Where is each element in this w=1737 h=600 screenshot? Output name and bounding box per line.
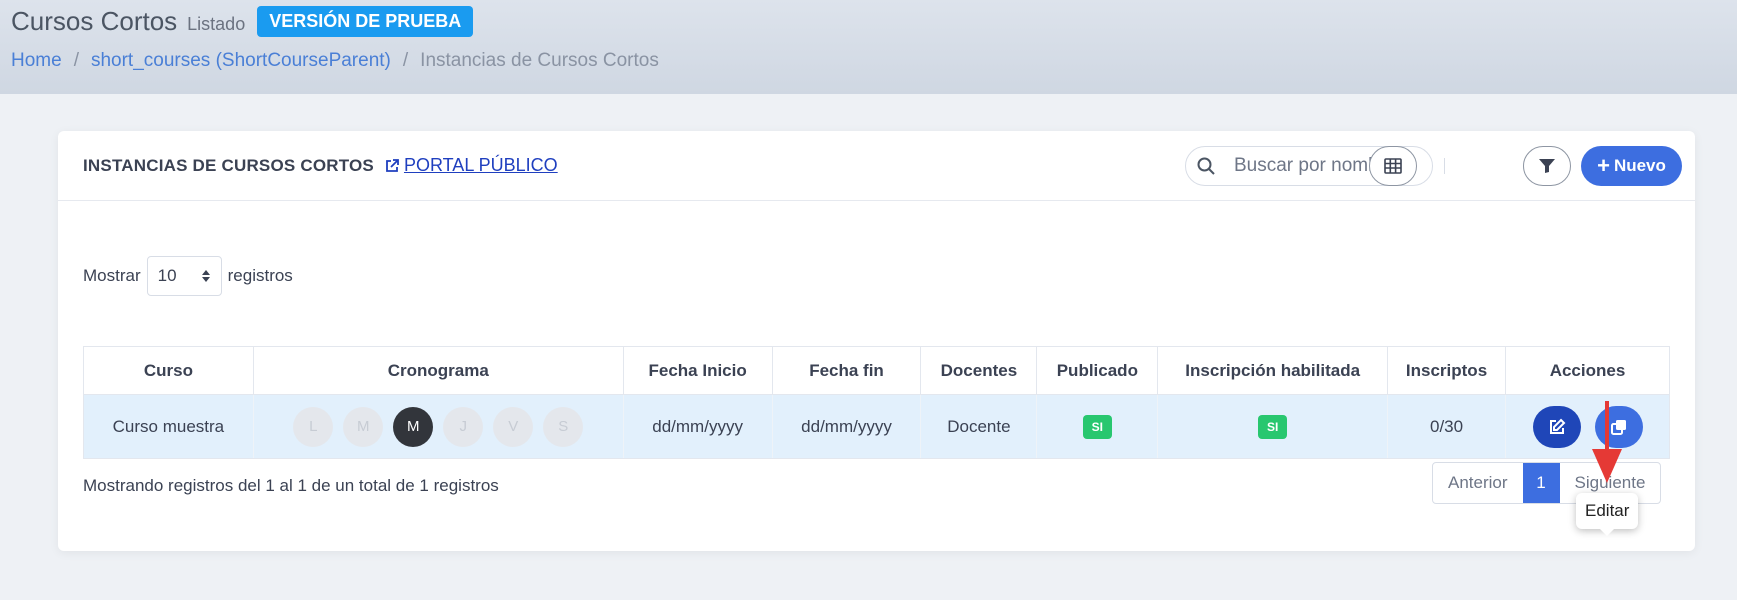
page-subtitle: Listado xyxy=(187,13,246,34)
search-divider xyxy=(1444,158,1445,174)
table-info: Mostrando registros del 1 al 1 de un tot… xyxy=(83,476,499,495)
day-chip: S xyxy=(543,406,584,447)
trial-version-badge: VERSIÓN DE PRUEBA xyxy=(257,6,474,37)
instances-table: Curso Cronograma Fecha Inicio Fecha fin … xyxy=(83,346,1670,459)
external-link-icon xyxy=(386,158,399,172)
instances-card: INSTANCIAS DE CURSOS CORTOS PORTAL PÚBLI… xyxy=(58,131,1695,551)
col-fecha-fin[interactable]: Fecha fin xyxy=(771,346,922,395)
length-prefix: Mostrar xyxy=(83,266,141,285)
table-grid-icon xyxy=(1384,158,1402,174)
filter-button[interactable] xyxy=(1523,146,1571,186)
new-button-label: Nuevo xyxy=(1613,156,1666,175)
schedule-days: L M M J V S xyxy=(254,406,623,447)
col-curso[interactable]: Curso xyxy=(83,346,254,395)
edit-tooltip: Editar xyxy=(1576,493,1639,536)
cell-cronograma: L M M J V S xyxy=(252,394,624,459)
plus-icon: + xyxy=(1597,153,1610,178)
page-header: Cursos Cortos Listado VERSIÓN DE PRUEBA … xyxy=(0,0,1737,94)
card-title-row: INSTANCIAS DE CURSOS CORTOS PORTAL PÚBLI… xyxy=(83,155,558,176)
col-publicado[interactable]: Publicado xyxy=(1036,346,1159,395)
previous-page-button[interactable]: Anterior xyxy=(1433,463,1523,503)
col-inscripcion[interactable]: Inscripción habilitada xyxy=(1157,346,1389,395)
table-header-row: Curso Cronograma Fecha Inicio Fecha fin … xyxy=(83,346,1670,395)
cell-inscriptos: 0/30 xyxy=(1387,394,1506,459)
breadcrumb: Home / short_courses (ShortCourseParent)… xyxy=(11,50,659,72)
day-chip: V xyxy=(493,406,534,447)
public-portal-link[interactable]: PORTAL PÚBLICO xyxy=(384,155,558,176)
page-title: Cursos Cortos xyxy=(11,6,178,36)
col-fecha-inicio[interactable]: Fecha Inicio xyxy=(622,346,773,395)
breadcrumb-current: Instancias de Cursos Cortos xyxy=(420,50,659,71)
card-header: INSTANCIAS DE CURSOS CORTOS PORTAL PÚBLI… xyxy=(58,131,1695,201)
page-length-control: Mostrar 10 registros xyxy=(83,256,293,296)
breadcrumb-separator: / xyxy=(73,50,79,71)
page-length-select[interactable]: 10 xyxy=(146,256,222,296)
edit-icon xyxy=(1549,418,1565,434)
col-inscriptos[interactable]: Inscriptos xyxy=(1387,346,1506,395)
length-suffix: registros xyxy=(227,266,293,285)
day-chip: M xyxy=(343,406,384,447)
cell-curso: Curso muestra xyxy=(83,394,254,459)
breadcrumb-separator: / xyxy=(402,50,409,71)
col-acciones[interactable]: Acciones xyxy=(1505,346,1670,395)
cell-acciones xyxy=(1505,394,1670,459)
new-button[interactable]: + Nuevo xyxy=(1581,146,1682,186)
columns-button[interactable] xyxy=(1369,146,1417,186)
search-icon xyxy=(1186,156,1226,176)
card-title: INSTANCIAS DE CURSOS CORTOS xyxy=(83,155,374,175)
cell-publicado: SI xyxy=(1036,394,1159,459)
table-row: Curso muestra L M M J V S dd/mm/yyyy dd/… xyxy=(83,394,1670,459)
day-chip: J xyxy=(443,406,484,447)
day-chip-active: M xyxy=(393,406,434,447)
enrollment-badge: SI xyxy=(1258,414,1288,439)
col-docentes[interactable]: Docentes xyxy=(920,346,1038,395)
col-cronograma[interactable]: Cronograma xyxy=(252,346,624,395)
breadcrumb-home[interactable]: Home xyxy=(11,50,62,72)
page-1-button[interactable]: 1 xyxy=(1522,463,1560,503)
breadcrumb-short-courses[interactable]: short_courses (ShortCourseParent) xyxy=(91,50,391,72)
published-badge: SI xyxy=(1082,414,1112,439)
page-length-value: 10 xyxy=(157,266,177,285)
edit-button[interactable] xyxy=(1532,405,1581,448)
sort-arrows-icon xyxy=(201,270,210,282)
row-actions xyxy=(1506,405,1669,448)
cell-fecha-inicio: dd/mm/yyyy xyxy=(622,394,773,459)
day-chip: L xyxy=(293,406,334,447)
red-arrow-annotation xyxy=(1592,401,1622,483)
cell-docentes: Docente xyxy=(920,394,1038,459)
title-row: Cursos Cortos Listado VERSIÓN DE PRUEBA xyxy=(11,6,474,37)
cell-inscripcion: SI xyxy=(1157,394,1389,459)
filter-icon xyxy=(1539,159,1555,173)
public-portal-label: PORTAL PÚBLICO xyxy=(403,155,558,175)
cell-fecha-fin: dd/mm/yyyy xyxy=(771,394,922,459)
